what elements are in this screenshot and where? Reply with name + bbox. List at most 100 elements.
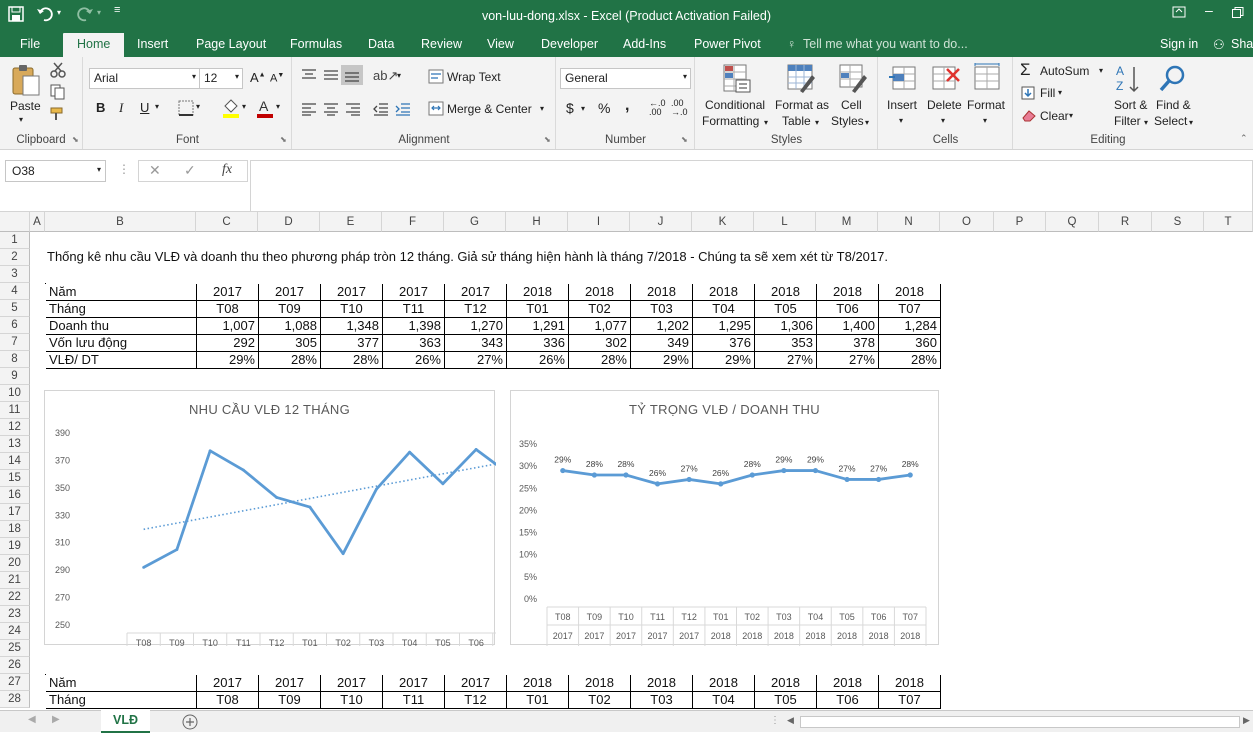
format-as-table-icon[interactable] (786, 63, 816, 95)
table-cell[interactable]: 2018 (755, 284, 817, 301)
conditional-formatting-label1[interactable]: Conditional (705, 97, 765, 113)
tab-formulas[interactable]: Formulas (290, 37, 342, 51)
number-format-select[interactable]: General ▾ (560, 68, 691, 89)
table-cell[interactable]: T02 (569, 301, 631, 318)
table-cell[interactable]: 2018 (755, 675, 817, 692)
hscroll-grip-icon[interactable]: ⋮ (770, 715, 780, 726)
col-header-f[interactable]: F (382, 212, 444, 232)
tab-add-ins[interactable]: Add-Ins (623, 37, 666, 51)
row-header[interactable]: 8 (0, 351, 30, 368)
tab-data[interactable]: Data (368, 37, 394, 51)
row-header[interactable]: 12 (0, 419, 30, 436)
table-cell[interactable]: 1,088 (259, 318, 321, 335)
row-header[interactable]: 5 (0, 300, 30, 317)
insert-cells-icon[interactable] (889, 63, 919, 95)
table-cell[interactable]: T11 (383, 692, 445, 709)
delete-cells-button[interactable]: Delete (927, 97, 962, 113)
table-cell[interactable]: 26% (383, 352, 445, 369)
table-cell[interactable]: T02 (569, 692, 631, 709)
table-cell[interactable]: T07 (879, 301, 941, 318)
collapse-ribbon-icon[interactable]: ⌃ (1240, 133, 1248, 144)
borders-icon[interactable] (178, 100, 194, 116)
row-header[interactable]: 24 (0, 623, 30, 640)
table-cell[interactable]: 1,007 (197, 318, 259, 335)
table-cell[interactable]: T05 (755, 692, 817, 709)
table-cell[interactable]: 1,284 (879, 318, 941, 335)
row-header[interactable]: 20 (0, 555, 30, 572)
fill-color-dropdown-icon[interactable]: ▾ (242, 102, 246, 111)
row-label[interactable]: VLĐ/ DT (46, 352, 197, 369)
table-cell[interactable]: T05 (755, 301, 817, 318)
clear-button[interactable]: Clear (1040, 109, 1069, 123)
col-header-l[interactable]: L (754, 212, 816, 232)
table-cell[interactable]: 27% (817, 352, 879, 369)
table-cell[interactable]: 2017 (197, 284, 259, 301)
sheet-tab-vld[interactable]: VLĐ (101, 710, 150, 733)
tab-file[interactable]: File (20, 37, 40, 51)
row-header[interactable]: 22 (0, 589, 30, 606)
conditional-formatting-icon[interactable] (722, 63, 752, 95)
row-header[interactable]: 14 (0, 453, 30, 470)
col-header-m[interactable]: M (816, 212, 878, 232)
table-cell[interactable]: 377 (321, 335, 383, 352)
table-cell[interactable]: T03 (631, 692, 693, 709)
row-header[interactable]: 15 (0, 470, 30, 487)
table-cell[interactable]: T09 (259, 692, 321, 709)
add-sheet-icon[interactable] (182, 714, 198, 730)
scroll-right-icon[interactable]: ▶ (52, 714, 60, 725)
font-launcher-icon[interactable]: ⬊ (280, 135, 287, 144)
name-box[interactable]: O38 ▾ (5, 160, 106, 182)
col-header-i[interactable]: I (568, 212, 630, 232)
row-header[interactable]: 18 (0, 521, 30, 538)
insert-dropdown-icon[interactable]: ▾ (899, 113, 903, 129)
delete-cells-icon[interactable] (931, 63, 961, 95)
format-cells-button[interactable]: Format (967, 97, 1005, 113)
ribbon-display-icon[interactable] (1172, 6, 1186, 18)
number-launcher-icon[interactable]: ⬊ (681, 135, 688, 144)
col-header-e[interactable]: E (320, 212, 382, 232)
worksheet-grid[interactable]: A B C D E F G H I J K L M N O P Q R S T … (0, 212, 1253, 710)
table-cell[interactable]: T08 (197, 692, 259, 709)
font-size-select[interactable]: 12 ▾ (199, 68, 243, 89)
table-cell[interactable]: T08 (197, 301, 259, 318)
font-name-select[interactable]: Arial ▾ (89, 68, 200, 89)
enter-check-icon[interactable]: ✓ (184, 162, 196, 179)
col-header-s[interactable]: S (1152, 212, 1204, 232)
table-cell[interactable]: 2017 (383, 675, 445, 692)
col-header-p[interactable]: P (994, 212, 1046, 232)
table-cell[interactable]: 378 (817, 335, 879, 352)
increase-decimal-icon[interactable]: ←.0.00 (649, 99, 666, 117)
table-cell[interactable]: T01 (507, 692, 569, 709)
align-middle-icon[interactable] (323, 68, 339, 82)
fill-color-icon[interactable] (222, 98, 240, 118)
align-center-icon[interactable] (323, 102, 339, 116)
row-header[interactable]: 27 (0, 674, 30, 691)
italic-button[interactable]: I (119, 100, 123, 116)
row-header[interactable]: 10 (0, 385, 30, 402)
find-select-label2[interactable]: Select (1154, 113, 1187, 129)
copy-icon[interactable] (50, 84, 66, 100)
tab-insert[interactable]: Insert (137, 37, 168, 51)
col-header-j[interactable]: J (630, 212, 692, 232)
share-button[interactable]: Shar (1231, 37, 1253, 51)
chart-ty-trong[interactable]: TỶ TRỌNG VLĐ / DOANH THU 0% 5% 10% 15% 20% 25… (510, 390, 939, 646)
table-cell[interactable]: 2017 (321, 675, 383, 692)
table-cell[interactable]: 2018 (817, 675, 879, 692)
format-dropdown-icon[interactable]: ▾ (983, 113, 987, 129)
clear-dropdown-icon[interactable]: ▾ (1069, 111, 1073, 120)
table-cell[interactable]: 28% (259, 352, 321, 369)
table-cell[interactable]: 353 (755, 335, 817, 352)
row-header[interactable]: 21 (0, 572, 30, 589)
table-cell[interactable]: 363 (383, 335, 445, 352)
row-header[interactable]: 25 (0, 640, 30, 657)
row-header[interactable]: 26 (0, 657, 30, 674)
table-cell[interactable]: T11 (383, 301, 445, 318)
insert-cells-button[interactable]: Insert (887, 97, 917, 113)
row-header[interactable]: 17 (0, 504, 30, 521)
fill-button[interactable]: Fill (1040, 86, 1055, 100)
table-cell[interactable]: 1,398 (383, 318, 445, 335)
table-cell[interactable]: 29% (197, 352, 259, 369)
autosum-button[interactable]: AutoSum (1040, 64, 1089, 78)
borders-dropdown-icon[interactable]: ▾ (196, 102, 200, 111)
col-header-h[interactable]: H (506, 212, 568, 232)
